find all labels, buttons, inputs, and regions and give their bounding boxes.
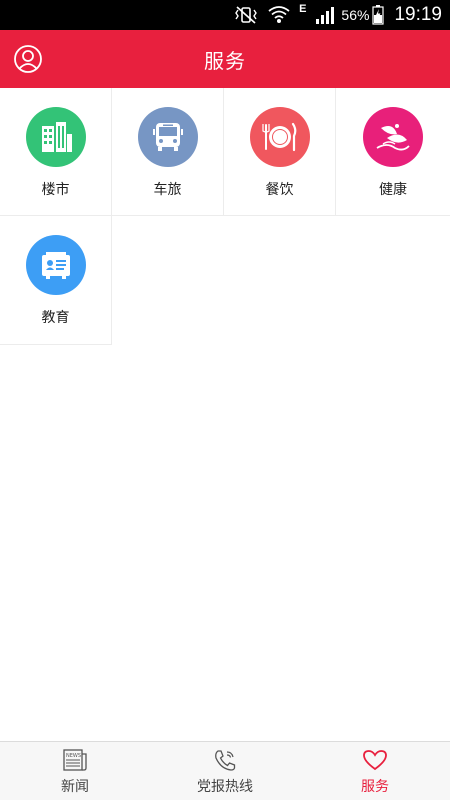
buildings-icon xyxy=(25,107,86,167)
phone-icon xyxy=(212,748,238,772)
profile-icon[interactable] xyxy=(13,44,43,74)
battery-percent: 56% xyxy=(341,7,370,23)
nav-label: 服务 xyxy=(361,779,389,795)
nav-item-news[interactable]: NEWS 新闻 xyxy=(0,742,150,800)
service-item-dining[interactable]: 餐饮 xyxy=(224,88,336,216)
app-header: 服务 xyxy=(0,30,450,88)
service-label: 楼市 xyxy=(41,182,70,198)
clock: 19:19 xyxy=(394,4,442,25)
service-label: 教育 xyxy=(41,310,70,326)
page-title: 服务 xyxy=(204,48,246,73)
nav-item-hotline[interactable]: 党报热线 xyxy=(150,742,300,800)
bottom-nav: NEWS 新闻 党报热线 服务 xyxy=(0,741,450,800)
nav-label: 党报热线 xyxy=(197,779,253,795)
signal-icon xyxy=(315,6,335,24)
mute-vibrate-icon xyxy=(233,6,259,24)
battery-icon xyxy=(372,5,385,25)
flower-icon xyxy=(363,107,423,167)
service-item-education[interactable]: 教育 xyxy=(0,216,112,345)
bus-icon xyxy=(137,107,198,167)
plate-cutlery-icon xyxy=(249,107,310,167)
news-icon: NEWS xyxy=(62,748,88,772)
certificate-icon xyxy=(25,235,86,295)
service-label: 餐饮 xyxy=(265,182,294,198)
network-type-label: E xyxy=(299,3,307,15)
wifi-icon xyxy=(268,5,290,25)
heart-icon xyxy=(361,748,389,772)
service-item-travel[interactable]: 车旅 xyxy=(112,88,224,216)
nav-label: 新闻 xyxy=(61,779,89,795)
service-label: 健康 xyxy=(379,182,407,198)
service-item-property[interactable]: 楼市 xyxy=(0,88,112,216)
nav-item-services[interactable]: 服务 xyxy=(300,742,450,800)
service-item-health[interactable]: 健康 xyxy=(336,88,450,216)
service-label: 车旅 xyxy=(153,182,182,198)
status-bar: E 56% 19:19 xyxy=(0,0,450,30)
svg-text:NEWS: NEWS xyxy=(66,753,81,759)
